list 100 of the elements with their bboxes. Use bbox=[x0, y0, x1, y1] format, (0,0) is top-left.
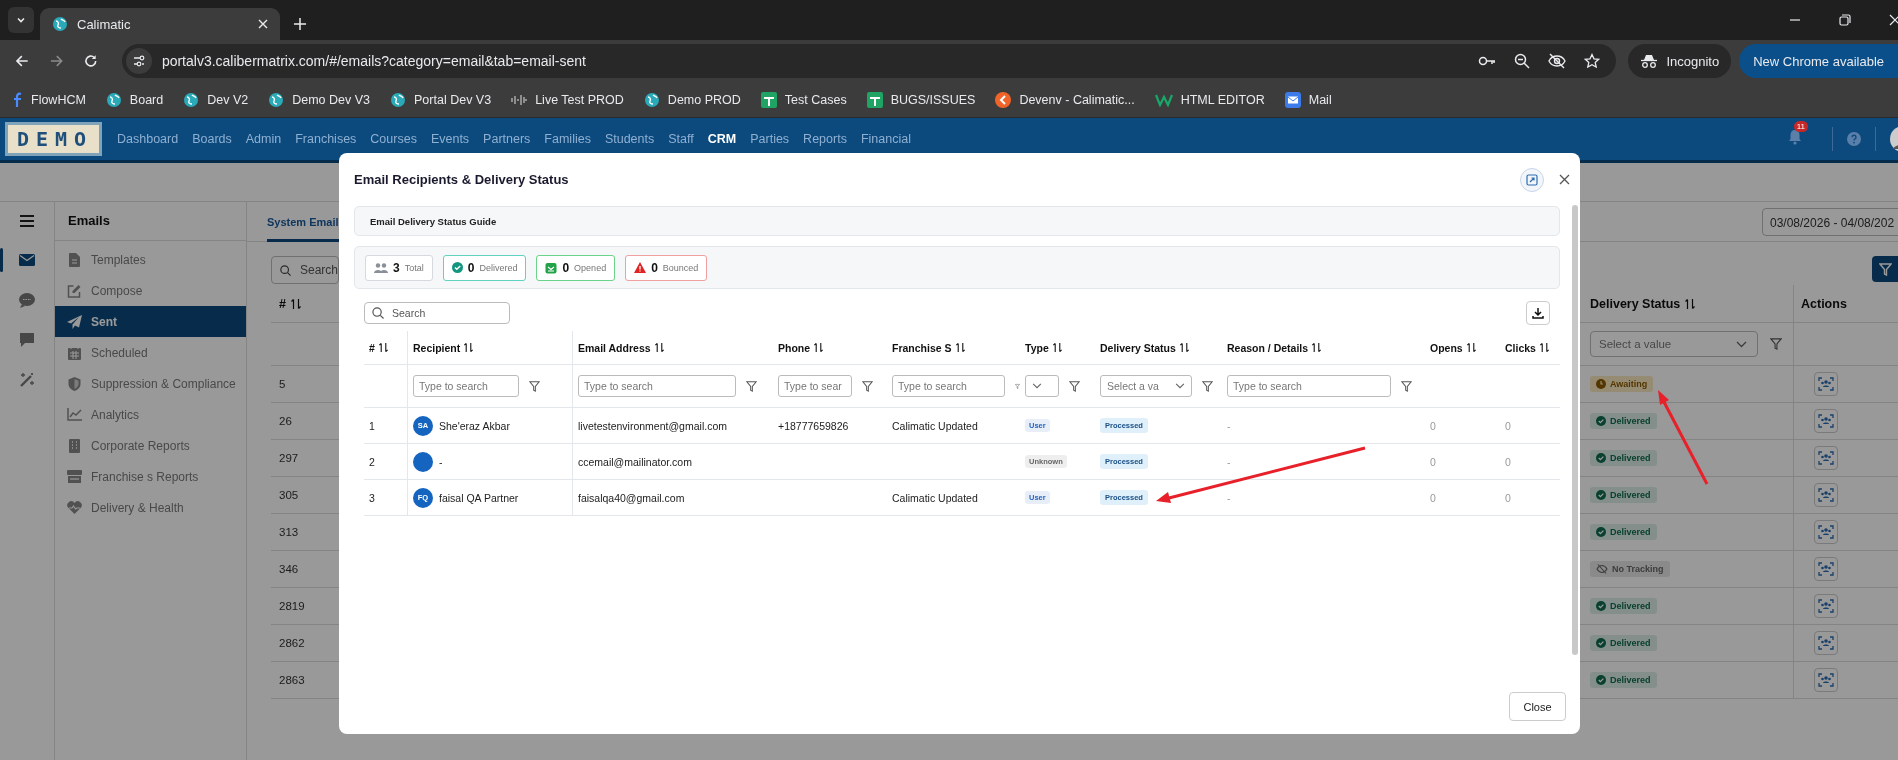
filter-dropdown[interactable]: Select a va bbox=[1100, 375, 1192, 397]
bookmark[interactable]: Board bbox=[105, 91, 164, 108]
filter-icon[interactable] bbox=[1770, 338, 1782, 350]
nav-link[interactable]: Families bbox=[544, 132, 591, 146]
sort-icon[interactable] bbox=[1465, 342, 1477, 353]
nav-link[interactable]: Partners bbox=[483, 132, 531, 146]
sort-icon[interactable] bbox=[463, 342, 475, 353]
sort-icon[interactable] bbox=[1178, 342, 1190, 353]
tab-list-button[interactable] bbox=[8, 7, 34, 33]
sort-icon[interactable] bbox=[813, 342, 825, 353]
filter-icon[interactable] bbox=[1202, 380, 1213, 392]
incognito-indicator[interactable]: Incognito bbox=[1628, 44, 1732, 78]
sidebar-item[interactable]: Corporate Reports bbox=[55, 430, 246, 461]
expand-button[interactable] bbox=[1520, 167, 1544, 192]
filter-field[interactable]: Type to sear bbox=[778, 375, 852, 397]
bookmark[interactable]: Portal Dev V3 bbox=[390, 91, 492, 108]
chat-icon[interactable] bbox=[19, 332, 35, 348]
new-tab-icon[interactable] bbox=[294, 18, 306, 30]
sort-icon[interactable] bbox=[1538, 342, 1550, 353]
date-range-field[interactable]: 03/08/2026 - 04/08/202 bbox=[1762, 207, 1898, 236]
sidebar-item[interactable]: Franchise s Reports bbox=[55, 461, 246, 492]
filter-icon[interactable] bbox=[529, 380, 540, 392]
nav-link[interactable]: Dashboard bbox=[117, 132, 179, 146]
status-filter-dropdown[interactable]: Select a value bbox=[1590, 331, 1758, 357]
filter-icon[interactable] bbox=[1401, 380, 1412, 392]
sidebar-item[interactable]: Suppression & Compliance bbox=[55, 368, 246, 399]
sort-icon[interactable] bbox=[377, 342, 389, 353]
eye-off-icon[interactable] bbox=[1548, 53, 1567, 69]
nav-link[interactable]: Parties bbox=[750, 132, 790, 146]
nav-link[interactable]: Reports bbox=[803, 132, 847, 146]
filter-icon[interactable] bbox=[862, 380, 873, 392]
nav-link[interactable]: Students bbox=[604, 132, 655, 146]
filter-icon[interactable] bbox=[746, 380, 757, 392]
restore-icon[interactable] bbox=[1839, 14, 1851, 26]
filter-icon[interactable] bbox=[1069, 380, 1080, 392]
recipients-button[interactable] bbox=[1814, 372, 1838, 396]
nav-link[interactable]: Staff bbox=[668, 132, 694, 146]
status-guide-panel[interactable]: Email Delivery Status Guide bbox=[354, 206, 1560, 236]
sidebar-item[interactable]: Analytics bbox=[55, 399, 246, 430]
nav-link[interactable]: Boards bbox=[192, 132, 232, 146]
bookmark[interactable]: Dev V2 bbox=[183, 91, 249, 108]
star-icon[interactable] bbox=[1584, 53, 1601, 69]
sort-icon[interactable] bbox=[1684, 297, 1697, 310]
bookmark[interactable]: BUGS/ISSUES bbox=[866, 91, 976, 108]
search-field[interactable]: Search bbox=[364, 302, 510, 324]
recipients-button[interactable] bbox=[1814, 483, 1838, 507]
sort-icon[interactable] bbox=[289, 297, 302, 310]
speech-bubble-icon[interactable] bbox=[19, 292, 35, 308]
forward-icon[interactable] bbox=[48, 53, 65, 69]
nav-link[interactable]: CRM bbox=[707, 132, 737, 146]
close-button[interactable]: Close bbox=[1509, 692, 1566, 721]
bookmark[interactable]: Test Cases bbox=[760, 91, 847, 108]
close-icon[interactable] bbox=[1559, 174, 1570, 185]
logo[interactable]: DEMO bbox=[5, 122, 102, 156]
nav-link[interactable]: Events bbox=[430, 132, 470, 146]
recipients-button[interactable] bbox=[1814, 594, 1838, 618]
bookmark[interactable]: FlowHCM bbox=[13, 91, 86, 108]
bookmark[interactable]: HTML EDITOR bbox=[1154, 92, 1265, 107]
sidebar-item[interactable]: Delivery & Health bbox=[55, 492, 246, 523]
filter-field[interactable]: Type to search bbox=[578, 375, 736, 397]
nav-link[interactable]: Financial bbox=[860, 132, 911, 146]
mail-icon[interactable] bbox=[19, 254, 35, 266]
recipients-button[interactable] bbox=[1814, 446, 1838, 470]
zoom-out-icon[interactable] bbox=[1514, 53, 1531, 69]
sidebar-item[interactable]: Compose bbox=[55, 275, 246, 306]
sort-icon[interactable] bbox=[954, 342, 966, 353]
bookmark[interactable]: Devenv - Calimatic... bbox=[995, 91, 1135, 108]
bookmark[interactable]: Mail bbox=[1284, 91, 1332, 108]
sort-icon[interactable] bbox=[653, 342, 665, 353]
site-settings-icon[interactable] bbox=[125, 48, 152, 74]
sort-icon[interactable] bbox=[1311, 342, 1323, 353]
back-icon[interactable] bbox=[14, 53, 30, 69]
sidebar-item[interactable]: Templates bbox=[55, 244, 246, 275]
browser-tab[interactable]: Calimatic bbox=[40, 8, 280, 40]
recipients-button[interactable] bbox=[1814, 631, 1838, 655]
update-button[interactable]: New Chrome available bbox=[1739, 44, 1898, 78]
nav-link[interactable]: Admin bbox=[245, 132, 282, 146]
recipients-button[interactable] bbox=[1814, 409, 1838, 433]
sidebar-item[interactable]: Scheduled bbox=[55, 337, 246, 368]
sort-icon[interactable] bbox=[1051, 342, 1063, 353]
recipients-button[interactable] bbox=[1814, 668, 1838, 692]
filter-button[interactable] bbox=[1872, 256, 1898, 282]
bookmark[interactable]: Demo Dev V3 bbox=[268, 91, 371, 108]
nav-link[interactable]: Franchises bbox=[295, 132, 357, 146]
key-icon[interactable] bbox=[1478, 54, 1497, 68]
reload-icon[interactable] bbox=[83, 53, 99, 69]
filter-field[interactable]: Type to search bbox=[413, 375, 519, 397]
bookmark[interactable]: Demo PROD bbox=[643, 91, 741, 108]
recipients-button[interactable] bbox=[1814, 557, 1838, 581]
nav-link[interactable]: Courses bbox=[370, 132, 417, 146]
recipients-button[interactable] bbox=[1814, 520, 1838, 544]
filter-field[interactable]: Type to search bbox=[1227, 375, 1391, 397]
download-button[interactable] bbox=[1526, 301, 1550, 325]
address-bar[interactable]: portalv3.calibermatrix.com/#/emails?category=email&tab=email-sent bbox=[121, 44, 1617, 78]
scrollbar[interactable] bbox=[1572, 205, 1578, 655]
menu-icon[interactable] bbox=[19, 214, 35, 228]
filter-field[interactable]: Type to search bbox=[892, 375, 1005, 397]
magic-wand-icon[interactable] bbox=[19, 372, 35, 388]
sidebar-item[interactable]: Sent bbox=[55, 306, 246, 337]
bookmark[interactable]: Live Test PROD bbox=[511, 92, 624, 107]
